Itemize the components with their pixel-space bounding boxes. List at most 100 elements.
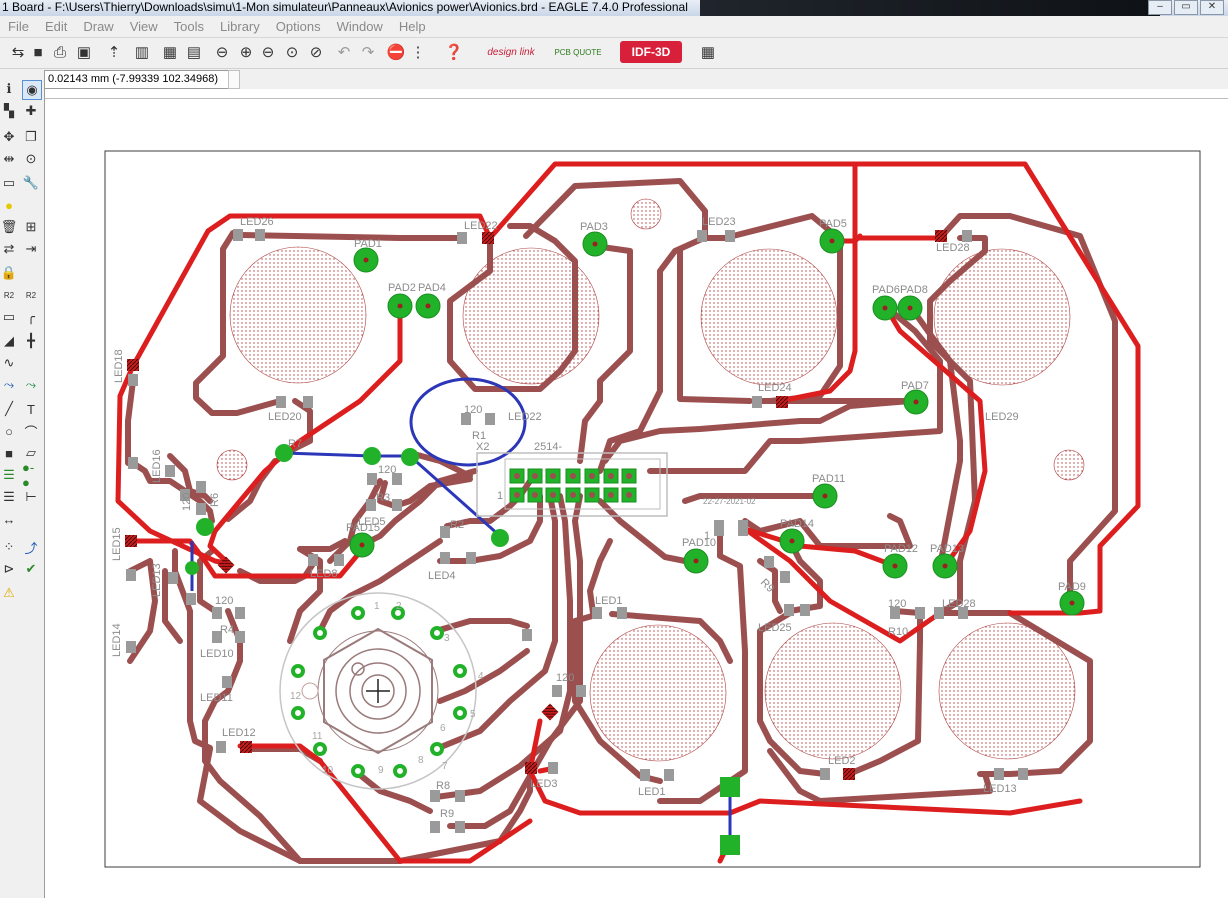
board-canvas[interactable]: 1 2 3 4 5 6 7 8 9 10 11 12 PAD1 PAD2 PAD… bbox=[45, 98, 1228, 899]
rotate-icon[interactable]: ⊙ bbox=[22, 150, 40, 168]
attribute-icon[interactable]: ⊢ bbox=[22, 488, 40, 506]
label-led16: LED16 bbox=[151, 449, 163, 483]
value-icon[interactable]: R2 bbox=[22, 286, 40, 304]
undo-icon[interactable]: ↶ bbox=[334, 42, 354, 62]
label-pad13: PAD13 bbox=[930, 543, 964, 555]
label-led26: LED26 bbox=[240, 216, 274, 228]
schematic-icon[interactable]: ▦ bbox=[160, 42, 180, 62]
move-icon[interactable]: ✥ bbox=[0, 128, 18, 146]
designlink-button[interactable]: design link bbox=[486, 41, 536, 63]
pcbquote-button[interactable]: PCB QUOTE bbox=[552, 41, 604, 63]
copy-icon[interactable]: ❐ bbox=[22, 128, 40, 146]
menu-edit[interactable]: Edit bbox=[37, 16, 75, 37]
info-icon[interactable]: ℹ bbox=[0, 80, 18, 98]
zoom-select-icon[interactable]: ⊘ bbox=[306, 42, 326, 62]
show-icon[interactable]: ◉ bbox=[22, 80, 42, 100]
board-drawing[interactable]: 1 2 3 4 5 6 7 8 9 10 11 12 PAD1 PAD2 PAD… bbox=[45, 99, 1228, 899]
replace-icon[interactable]: ⇄ bbox=[0, 240, 18, 258]
menu-help[interactable]: Help bbox=[391, 16, 434, 37]
cam-icon[interactable]: ▣ bbox=[74, 42, 94, 62]
close-button[interactable]: ✕ bbox=[1200, 0, 1224, 15]
lock-pin-icon[interactable]: ⇥ bbox=[22, 240, 40, 258]
redo-icon[interactable]: ↷ bbox=[358, 42, 378, 62]
idf-3d-button[interactable]: IDF-3D bbox=[620, 41, 682, 63]
label-res120e: 120 bbox=[215, 595, 233, 607]
label-res120d: 120 bbox=[556, 672, 574, 684]
hole-icon[interactable]: ☰ bbox=[0, 488, 18, 506]
change-icon[interactable]: 🔧 bbox=[22, 174, 40, 192]
text-icon[interactable]: T bbox=[22, 400, 40, 418]
label-res120c: 120 bbox=[888, 598, 906, 610]
mirror-icon[interactable]: ⇹ bbox=[0, 150, 18, 168]
label-pad2: PAD2 bbox=[388, 282, 416, 294]
window-title: 1 Board - F:\Users\Thierry\Downloads\sim… bbox=[2, 0, 688, 14]
label-pad4: PAD4 bbox=[418, 282, 446, 294]
miter-icon[interactable]: ╭ bbox=[22, 308, 40, 326]
menu-options[interactable]: Options bbox=[268, 16, 329, 37]
optimize-icon[interactable]: ╋ bbox=[22, 332, 40, 350]
zoom-out-icon[interactable]: ⊖ bbox=[258, 42, 278, 62]
smash-icon[interactable]: ▭ bbox=[0, 308, 18, 326]
meander-icon[interactable]: ∿ bbox=[0, 354, 18, 372]
switch-pin-12: 12 bbox=[290, 691, 302, 702]
script-icon[interactable]: ⇡ bbox=[104, 42, 124, 62]
dimension-icon[interactable]: ↔ bbox=[0, 510, 18, 528]
zoom-in-icon[interactable]: ⊕ bbox=[236, 42, 256, 62]
menu-tools[interactable]: Tools bbox=[166, 16, 212, 37]
paste-icon[interactable]: ● bbox=[0, 196, 18, 214]
arc-icon[interactable]: ⌒ bbox=[22, 422, 40, 440]
delete-icon[interactable]: 🗑 bbox=[0, 218, 18, 236]
menu-draw[interactable]: Draw bbox=[75, 16, 121, 37]
command-line[interactable] bbox=[228, 70, 240, 89]
help-icon[interactable]: ❓ bbox=[444, 42, 464, 62]
rect-icon[interactable]: ■ bbox=[0, 444, 18, 462]
label-pad3: PAD3 bbox=[580, 221, 608, 233]
stop-icon[interactable]: ⛔ bbox=[386, 42, 406, 62]
circle-icon[interactable]: ○ bbox=[0, 422, 18, 440]
ripup-icon[interactable]: ⤳ bbox=[22, 376, 40, 394]
route-icon[interactable]: ⤳ bbox=[0, 376, 18, 394]
add-icon[interactable]: ⊞ bbox=[22, 218, 40, 236]
zoom-redraw-icon[interactable]: ⊙ bbox=[282, 42, 302, 62]
zoom-fit-icon[interactable]: ⊖ bbox=[212, 42, 232, 62]
errors-icon[interactable]: ✔ bbox=[22, 560, 40, 578]
split-icon[interactable]: ◢ bbox=[0, 332, 18, 350]
coordinate-display: 0.02143 mm (-7.99339 102.34968) bbox=[44, 70, 231, 89]
mark-icon[interactable]: ✚ bbox=[22, 102, 40, 120]
ulp-icon[interactable]: ▥ bbox=[132, 42, 152, 62]
warning-icon[interactable]: ⚠ bbox=[0, 584, 18, 602]
minimize-button[interactable]: – bbox=[1148, 0, 1172, 15]
label-led29: LED29 bbox=[985, 411, 1019, 423]
lock-icon[interactable]: 🔒 bbox=[0, 264, 18, 282]
switch-pin-7: 7 bbox=[442, 761, 448, 772]
label-res120f: 120 bbox=[181, 493, 193, 511]
label-r2: R2 bbox=[450, 519, 464, 531]
switch-pin-4: 4 bbox=[478, 671, 484, 682]
menu-library[interactable]: Library bbox=[212, 16, 268, 37]
label-led12: LED12 bbox=[222, 727, 256, 739]
switch-pin-5: 5 bbox=[470, 709, 476, 720]
switch-pin-10: 10 bbox=[322, 765, 334, 776]
drc-icon[interactable]: ⊳ bbox=[0, 560, 18, 578]
ratsnest-icon[interactable]: ⁘ bbox=[0, 538, 18, 556]
print-icon[interactable]: ⎙ bbox=[50, 42, 70, 62]
go-icon[interactable]: ⋮ bbox=[408, 42, 428, 62]
switch-pin-1: 1 bbox=[374, 601, 380, 612]
autorouter-icon[interactable]: ⤴ bbox=[22, 538, 40, 556]
maximize-button[interactable]: ▭ bbox=[1174, 0, 1198, 15]
group-icon[interactable]: ▭ bbox=[0, 174, 18, 192]
name-icon[interactable]: R2 bbox=[0, 286, 18, 304]
open-icon[interactable]: ⇆ bbox=[8, 42, 28, 62]
board-icon[interactable]: ▤ bbox=[184, 42, 204, 62]
menu-window[interactable]: Window bbox=[329, 16, 391, 37]
menu-file[interactable]: File bbox=[0, 16, 37, 37]
wire-icon[interactable]: ╱ bbox=[0, 400, 18, 418]
grid-icon[interactable]: ▦ bbox=[698, 42, 718, 62]
via-icon[interactable]: ☰ bbox=[0, 466, 18, 484]
signal-icon[interactable]: ●-● bbox=[22, 460, 40, 490]
display-icon[interactable]: ▚ bbox=[0, 102, 18, 120]
save-icon[interactable]: ■ bbox=[28, 42, 48, 62]
switch-pin-8: 8 bbox=[418, 755, 424, 766]
menu-view[interactable]: View bbox=[122, 16, 166, 37]
connector-x2 bbox=[476, 452, 668, 517]
